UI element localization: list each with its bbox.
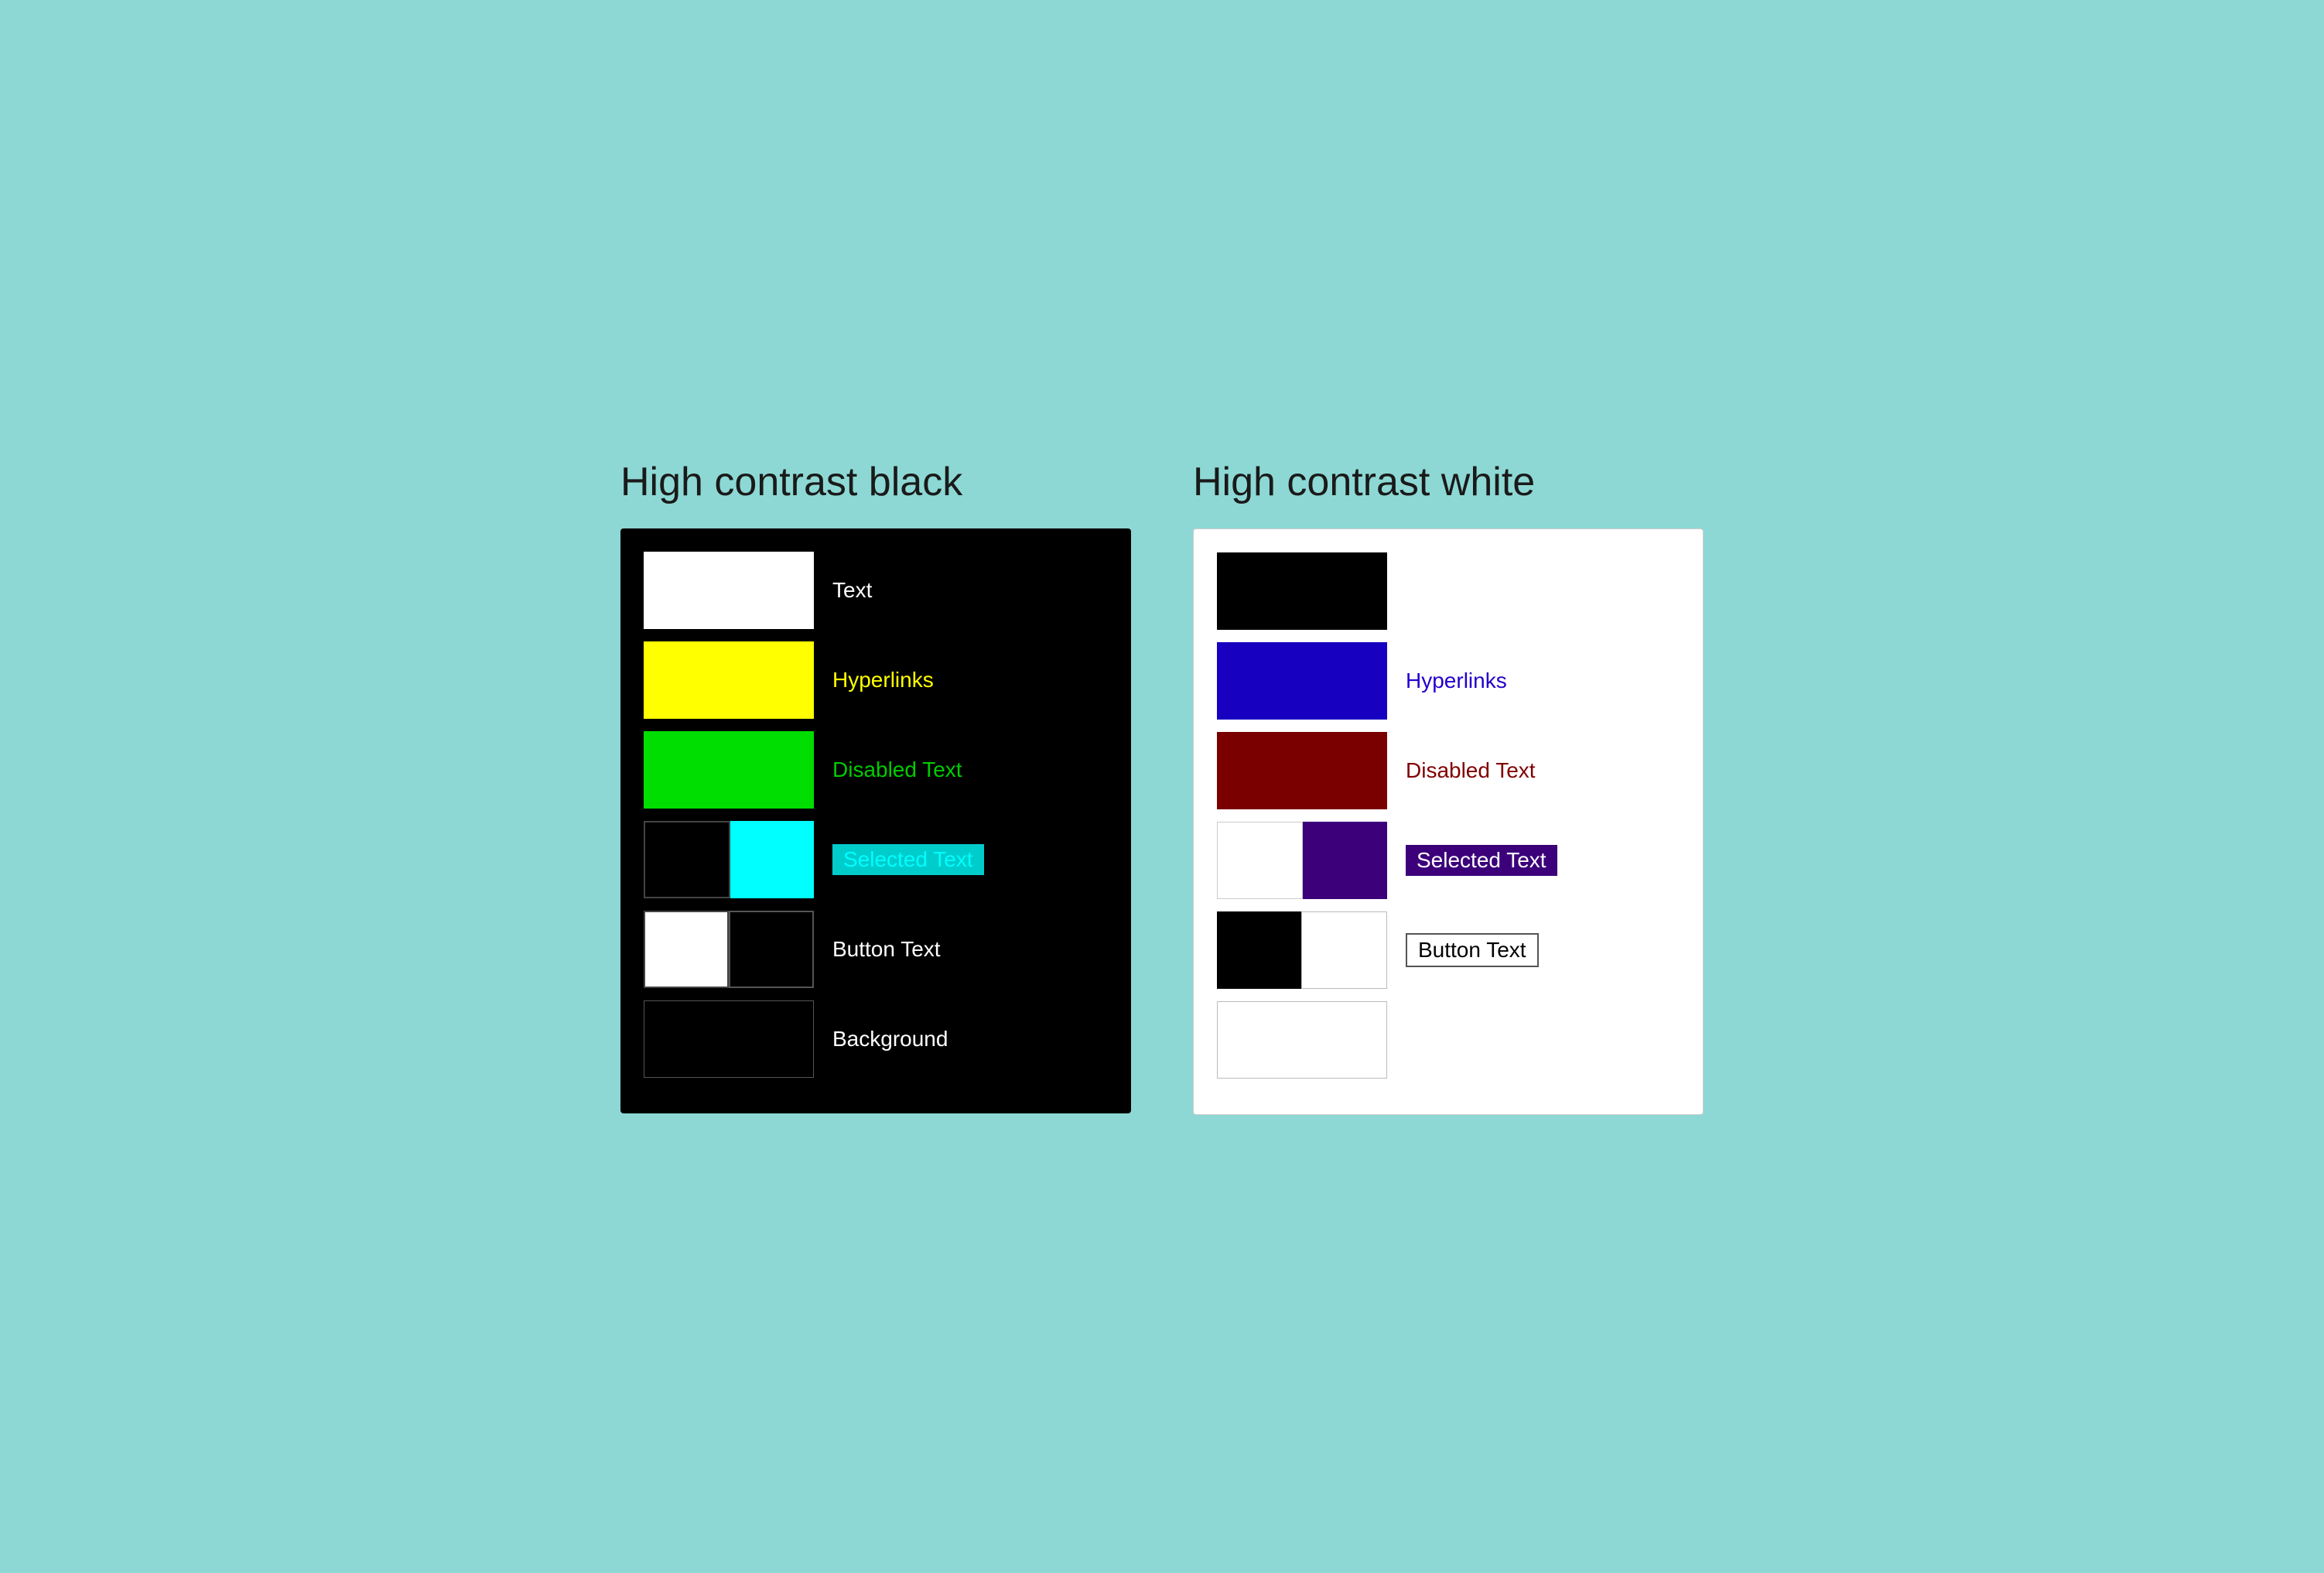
black-row-disabled: Disabled Text xyxy=(644,731,1108,809)
black-color-button-2 xyxy=(729,911,814,988)
white-color-hyperlinks xyxy=(1217,642,1387,720)
black-double-button xyxy=(644,911,814,988)
white-double-selected xyxy=(1217,822,1387,899)
black-label-disabled: Disabled Text xyxy=(832,757,962,782)
black-swatch-hyperlinks xyxy=(644,641,814,719)
white-row-hyperlinks: Hyperlinks xyxy=(1217,642,1680,720)
black-swatch-background xyxy=(644,1000,814,1078)
white-row-disabled: Disabled Text xyxy=(1217,732,1680,809)
black-color-selected-2 xyxy=(730,821,814,898)
white-contrast-section: High contrast white Hyperlinks xyxy=(1193,459,1704,1115)
black-row-text: Text xyxy=(644,552,1108,629)
white-row-text xyxy=(1217,552,1680,630)
white-swatch-selected xyxy=(1217,822,1387,899)
white-label-disabled: Disabled Text xyxy=(1406,758,1536,783)
black-label-background: Background xyxy=(832,1027,948,1052)
white-color-text xyxy=(1217,552,1387,630)
white-color-disabled xyxy=(1217,732,1387,809)
white-swatch-button xyxy=(1217,911,1387,989)
white-swatch-background xyxy=(1217,1001,1387,1079)
black-label-button: Button Text xyxy=(832,937,941,962)
black-color-selected-1 xyxy=(644,821,730,898)
white-section-title: High contrast white xyxy=(1193,459,1704,505)
black-row-hyperlinks: Hyperlinks xyxy=(644,641,1108,719)
black-color-text xyxy=(644,552,814,629)
black-panel: Text Hyperlinks Disabled Text xyxy=(620,528,1131,1113)
white-swatch-text xyxy=(1217,552,1387,630)
white-panel: Hyperlinks Disabled Text Selected Text xyxy=(1193,528,1704,1115)
black-row-button: Button Text xyxy=(644,911,1108,988)
white-label-hyperlinks: Hyperlinks xyxy=(1406,669,1507,693)
black-color-disabled xyxy=(644,731,814,809)
white-swatch-hyperlinks xyxy=(1217,642,1387,720)
black-double-selected xyxy=(644,821,814,898)
white-double-button xyxy=(1217,911,1387,989)
black-section-title: High contrast black xyxy=(620,459,1131,505)
white-color-selected-1 xyxy=(1217,822,1303,899)
white-color-button-2 xyxy=(1301,911,1387,989)
white-row-selected: Selected Text xyxy=(1217,822,1680,899)
black-color-background xyxy=(644,1000,814,1078)
black-color-button-1 xyxy=(644,911,729,988)
black-swatch-text xyxy=(644,552,814,629)
page-wrapper: High contrast black Text Hyperlinks xyxy=(620,459,1704,1115)
white-label-button: Button Text xyxy=(1406,933,1539,967)
white-color-background xyxy=(1217,1001,1387,1079)
black-label-hyperlinks: Hyperlinks xyxy=(832,668,934,692)
black-row-background: Background xyxy=(644,1000,1108,1078)
black-contrast-section: High contrast black Text Hyperlinks xyxy=(620,459,1131,1113)
white-color-selected-2 xyxy=(1303,822,1387,899)
black-row-selected: Selected Text xyxy=(644,821,1108,898)
white-row-button: Button Text xyxy=(1217,911,1680,989)
black-color-hyperlinks xyxy=(644,641,814,719)
black-swatch-disabled xyxy=(644,731,814,809)
white-row-background xyxy=(1217,1001,1680,1079)
black-label-text: Text xyxy=(832,578,872,603)
black-label-selected: Selected Text xyxy=(832,844,984,875)
white-swatch-disabled xyxy=(1217,732,1387,809)
white-color-button-1 xyxy=(1217,911,1301,989)
white-label-selected: Selected Text xyxy=(1406,845,1557,876)
black-swatch-button xyxy=(644,911,814,988)
black-swatch-selected xyxy=(644,821,814,898)
